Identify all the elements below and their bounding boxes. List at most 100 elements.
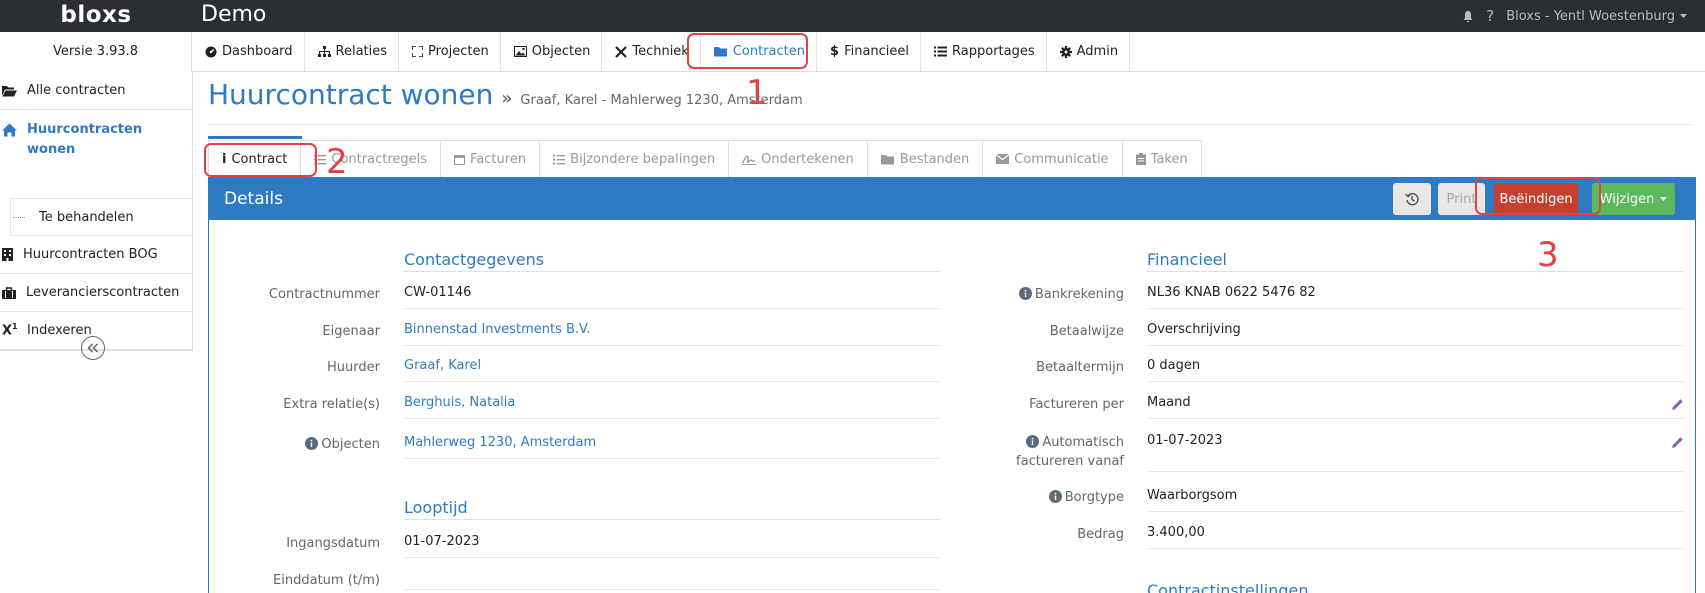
page-header: Huurcontract wonen » Graaf, Karel - Mahl… (208, 78, 803, 111)
nav-relaties-label: Relaties (335, 44, 388, 59)
tab-bijzondere-bepalingen[interactable]: Bijzondere bepalingen (540, 140, 730, 177)
tab-label: Taken (1150, 151, 1188, 167)
sitemap-icon (317, 45, 331, 57)
tab-label: Communicatie (1014, 151, 1109, 167)
nav-objecten[interactable]: Objecten (501, 32, 603, 71)
history-button[interactable] (1393, 183, 1431, 215)
borgtype-value: Waarborgsom (1147, 488, 1684, 512)
list-icon (934, 46, 948, 57)
collapse-sidebar-button[interactable] (81, 336, 105, 360)
tab-label: Bijzondere bepalingen (570, 151, 716, 167)
caret-down-icon (1660, 196, 1668, 201)
clipboard-icon (1135, 153, 1146, 165)
folder-open-icon (2, 85, 17, 96)
nav-financieel[interactable]: $ Financieel (817, 32, 922, 71)
app-title: Demo (201, 2, 267, 27)
looptijd-heading: Looptijd (404, 498, 940, 520)
tab-ondertekenen[interactable]: Ondertekenen (729, 140, 868, 177)
signature-icon (742, 155, 757, 165)
info-circle-icon[interactable] (1026, 435, 1040, 448)
bedrag-value: 3.400,00 (1147, 525, 1684, 549)
building-icon (2, 248, 13, 261)
tab-contractregels[interactable]: Contractregels (301, 140, 442, 177)
betaaltermijn-value: 0 dagen (1147, 358, 1684, 382)
annotation-number-2: 2 (326, 142, 348, 182)
tree-connector (13, 217, 25, 218)
automatisch-factureren-label: Automatisch factureren vanaf (960, 433, 1124, 471)
contract-tabs: i Contract Contractregels Facturen Bijzo… (208, 140, 1202, 177)
sidebar-list: Alle contracten Huurcontracten wonen Te … (0, 72, 193, 351)
edit-button-label: Wijzigen (1599, 191, 1655, 207)
briefcase-icon (2, 286, 16, 299)
nav-rapportages[interactable]: Rapportages (921, 32, 1047, 71)
nav-financieel-label: Financieel (844, 44, 910, 59)
field-label: Huurder (327, 360, 380, 375)
field-label: Bankrekening (1034, 287, 1124, 302)
field-label: Factureren per (1029, 397, 1124, 412)
bell-icon[interactable] (1462, 10, 1474, 23)
pencil-icon[interactable] (1671, 436, 1684, 449)
annotation-box-3 (1475, 177, 1601, 215)
sidebar-item-leverancierscontracten[interactable]: Leverancierscontracten (0, 274, 192, 312)
nav-dashboard-label: Dashboard (222, 44, 293, 59)
home-icon (2, 123, 17, 137)
nav-projecten[interactable]: Projecten (399, 32, 501, 71)
version-label: Versie 3.93.8 (0, 32, 192, 72)
info-circle-icon[interactable] (1018, 287, 1032, 300)
sidebar-item-label: Huurcontracten BOG (23, 247, 158, 262)
top-right-tools: ? Bloxs - Yentl Woestenburg (1462, 0, 1687, 32)
user-menu[interactable]: Bloxs - Yentl Woestenburg (1506, 9, 1687, 24)
info-circle-icon[interactable] (1048, 490, 1062, 503)
objecten-label: Objecten (230, 435, 380, 454)
nav-admin[interactable]: Admin (1047, 32, 1131, 71)
betaalwijze-value: Overschrijving (1147, 322, 1684, 346)
double-chevron-left-icon (87, 343, 98, 353)
expand-icon (412, 46, 424, 57)
sidebar-item-huurcontracten-wonen[interactable]: Huurcontracten wonen (0, 110, 192, 198)
edit-dropdown-button[interactable]: Wijzigen (1592, 183, 1675, 215)
eigenaar-link[interactable]: Binnenstad Investments B.V. (404, 322, 940, 346)
dashboard-icon (205, 46, 217, 57)
double-chevron-right-icon: » (501, 88, 513, 109)
app-logo[interactable]: bloxs (0, 0, 192, 32)
sidebar-item-label: Alle contracten (27, 83, 126, 98)
huurder-link[interactable]: Graaf, Karel (404, 358, 940, 382)
contactgegevens-heading: Contactgegevens (404, 250, 940, 272)
field-label: Ingangsdatum (286, 536, 380, 551)
pencil-icon[interactable] (1671, 398, 1684, 411)
field-label: Bedrag (1077, 527, 1124, 542)
nav-dashboard[interactable]: Dashboard (192, 32, 305, 71)
objecten-link[interactable]: Mahlerweg 1230, Amsterdam (404, 435, 940, 459)
tab-communicatie[interactable]: Communicatie (983, 140, 1123, 177)
details-panel-header: Details Print Beëindigen Wijzigen (209, 178, 1695, 220)
extra-relatie-link[interactable]: Berghuis, Natalia (404, 395, 940, 419)
sidebar: Alle contracten Huurcontracten wonen Te … (0, 72, 193, 593)
borgtype-label: Borgtype (960, 488, 1124, 507)
annotation-box-2 (204, 143, 317, 177)
sidebar-item-huurcontracten-bog[interactable]: Huurcontracten BOG (0, 236, 192, 274)
financieel-heading: Financieel (1147, 250, 1684, 272)
tab-label: Ondertekenen (761, 151, 854, 167)
nav-techniek-label: Techniek (632, 44, 689, 59)
nav-projecten-label: Projecten (428, 44, 489, 59)
nav-admin-label: Admin (1076, 44, 1119, 59)
help-icon[interactable]: ? (1486, 7, 1494, 25)
page-title: Huurcontract wonen (208, 78, 494, 111)
user-name: Bloxs - Yentl Woestenburg (1506, 8, 1675, 24)
field-label: Borgtype (1064, 490, 1124, 505)
nav-relaties[interactable]: Relaties (305, 32, 400, 71)
sidebar-subitem-te-behandelen[interactable]: Te behandelen (10, 198, 192, 236)
field-label: Objecten (321, 437, 380, 452)
info-circle-icon[interactable] (305, 437, 319, 450)
annotation-number-3: 3 (1537, 235, 1559, 275)
calendar-icon (454, 154, 466, 165)
annotation-number-1: 1 (746, 73, 768, 113)
folder-icon (880, 154, 894, 164)
panel-title: Details (224, 189, 283, 209)
contractinstellingen-heading: Contractinstellingen (1147, 581, 1684, 593)
tab-taken[interactable]: Taken (1122, 140, 1202, 177)
superscript-icon: X1 (2, 322, 18, 339)
tab-bestanden[interactable]: Bestanden (867, 140, 984, 177)
sidebar-item-alle-contracten[interactable]: Alle contracten (0, 72, 192, 110)
tab-facturen[interactable]: Facturen (441, 140, 541, 177)
